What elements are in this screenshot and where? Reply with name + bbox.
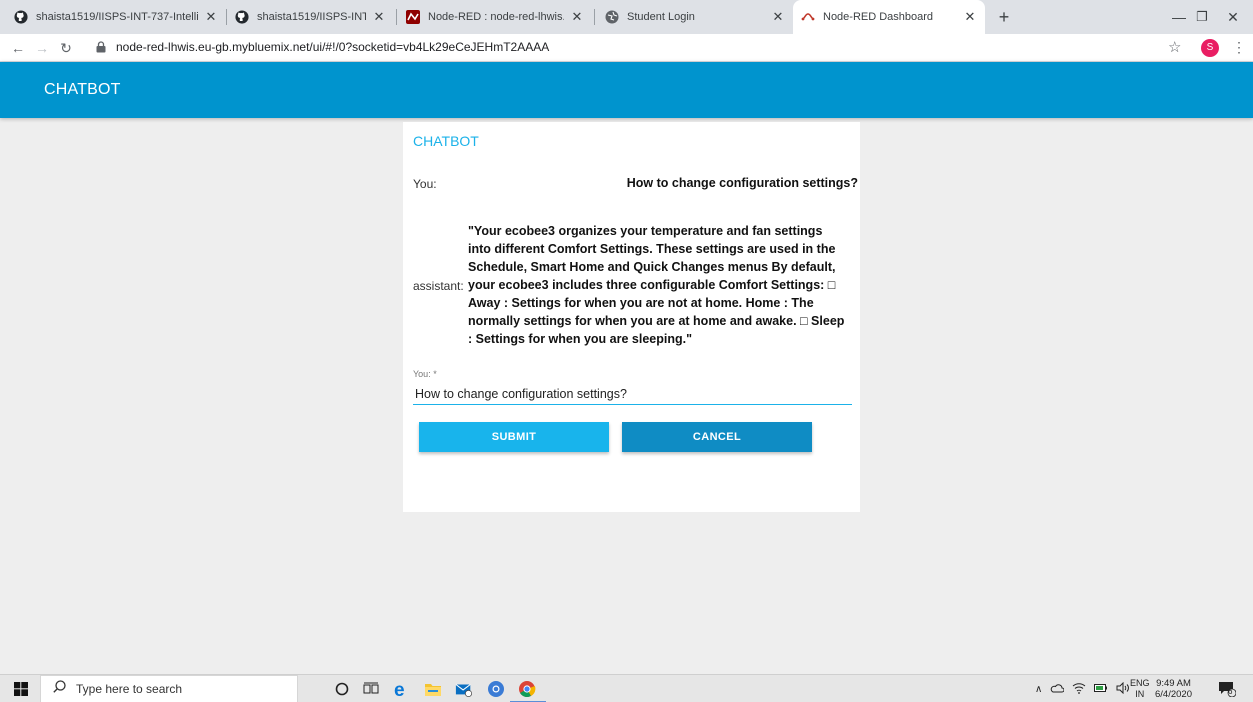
onedrive-icon[interactable] — [1050, 683, 1065, 695]
browser-tab-2[interactable]: shaista1519/IISPS-INT-737-Intelli ✕ — [227, 0, 394, 34]
windows-start-icon[interactable] — [14, 682, 28, 701]
new-tab-button[interactable]: + — [992, 5, 1016, 29]
submit-button[interactable]: SUBMIT — [419, 422, 609, 452]
input-language-indicator[interactable]: ENG IN — [1130, 678, 1150, 700]
tab-title: Node-RED Dashboard — [823, 11, 934, 23]
github-icon — [235, 10, 249, 24]
chromium-app-icon[interactable] — [487, 680, 505, 698]
tab-separator — [594, 9, 595, 25]
page-title: CHATBOT — [44, 81, 121, 98]
tab-title: shaista1519/IISPS-INT-737-Intelli — [36, 11, 198, 23]
chrome-icon[interactable] — [518, 680, 536, 698]
region-code: IN — [1135, 689, 1145, 699]
volume-icon[interactable] — [1116, 681, 1130, 696]
close-tab-icon[interactable]: ✕ — [372, 9, 386, 25]
browser-tab-3[interactable]: Node-RED : node-red-lhwis.eu-g ✕ — [398, 0, 592, 34]
reload-icon[interactable]: ↻ — [56, 38, 76, 58]
node-red-icon — [801, 10, 815, 24]
tab-title: Student Login — [627, 11, 695, 23]
taskbar-search-box[interactable]: Type here to search — [40, 675, 298, 702]
assistant-message: "Your ecobee3 organizes your temperature… — [468, 224, 845, 346]
task-view-icon[interactable] — [362, 680, 380, 698]
cortana-icon[interactable] — [333, 680, 351, 698]
cancel-button[interactable]: CANCEL — [622, 422, 812, 452]
tab-title: shaista1519/IISPS-INT-737-Intelli — [257, 11, 366, 23]
browser-tab-strip: shaista1519/IISPS-INT-737-Intelli ✕ shai… — [0, 0, 1253, 34]
clock-time: 9:49 AM — [1156, 678, 1191, 689]
back-icon[interactable]: ← — [8, 38, 28, 58]
file-explorer-icon[interactable] — [424, 680, 442, 698]
dashboard-header: CHATBOT — [0, 62, 1253, 118]
svg-text:e: e — [394, 680, 405, 698]
edge-browser-icon[interactable]: e — [393, 680, 411, 698]
node-red-icon — [406, 10, 420, 24]
mail-icon[interactable] — [455, 680, 473, 698]
forward-icon[interactable]: → — [32, 38, 52, 58]
globe-icon — [605, 10, 619, 24]
clock-date: 6/4/2020 — [1155, 689, 1192, 700]
close-tab-icon[interactable]: ✕ — [771, 9, 785, 25]
user-label: You: — [413, 177, 437, 191]
notification-count: 6 — [1228, 687, 1233, 696]
github-icon — [14, 10, 28, 24]
browser-tab-4[interactable]: Student Login ✕ — [597, 0, 793, 34]
tab-separator — [396, 9, 397, 25]
assistant-label: assistant: — [413, 279, 464, 293]
chatbot-card: CHATBOT You: How to change configuration… — [403, 122, 860, 512]
battery-icon[interactable] — [1094, 683, 1108, 695]
card-title: CHATBOT — [413, 133, 479, 149]
search-placeholder: Type here to search — [76, 682, 183, 696]
input-label: You: * — [413, 369, 437, 379]
profile-avatar[interactable]: S — [1201, 39, 1219, 57]
lock-icon — [96, 41, 108, 53]
browser-tab-5-active[interactable]: Node-RED Dashboard ✕ — [793, 0, 985, 34]
chevron-up-icon[interactable]: ∧ — [1035, 684, 1042, 695]
url-text: node-red-lhwis.eu-gb.mybluemix.net/ui/#!… — [116, 40, 550, 54]
browser-menu-icon[interactable]: ⋮ — [1232, 39, 1246, 56]
windows-taskbar: Type here to search e ∧ ENG IN 9:49 AM 6… — [0, 674, 1253, 702]
browser-tab-1[interactable]: shaista1519/IISPS-INT-737-Intelli ✕ — [6, 0, 226, 34]
system-tray: ∧ — [1035, 675, 1130, 702]
bookmark-star-icon[interactable]: ☆ — [1168, 38, 1181, 56]
tab-title: Node-RED : node-red-lhwis.eu-g — [428, 11, 564, 23]
notification-center-icon[interactable]: 6 — [1218, 681, 1237, 702]
browser-toolbar: ← → ↻ node-red-lhwis.eu-gb.mybluemix.net… — [0, 34, 1253, 62]
language-code: ENG — [1130, 678, 1150, 688]
wifi-icon[interactable] — [1072, 682, 1086, 696]
search-icon — [53, 680, 66, 698]
address-bar[interactable]: node-red-lhwis.eu-gb.mybluemix.net/ui/#!… — [96, 40, 549, 54]
user-message: How to change configuration settings? — [626, 176, 858, 190]
taskbar-clock[interactable]: 9:49 AM 6/4/2020 — [1155, 678, 1192, 700]
close-tab-icon[interactable]: ✕ — [963, 9, 977, 25]
message-input[interactable] — [413, 383, 852, 405]
close-window-icon[interactable]: ✕ — [1213, 0, 1253, 34]
close-tab-icon[interactable]: ✕ — [204, 9, 218, 25]
close-tab-icon[interactable]: ✕ — [570, 9, 584, 25]
